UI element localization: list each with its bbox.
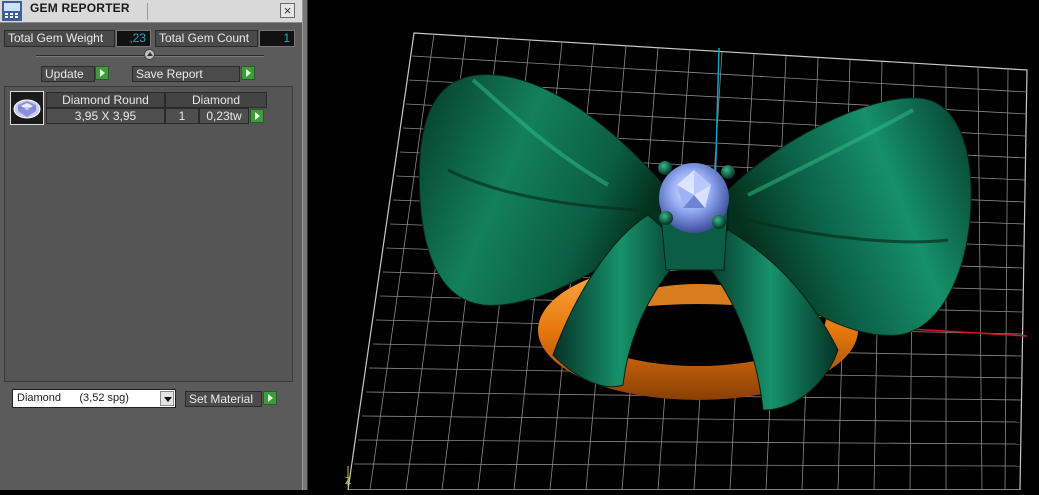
3d-viewport[interactable]: Z: [308, 0, 1039, 491]
gem-reporter-panel: GEM REPORTER × Total Gem Weight ,23 Tota…: [0, 0, 302, 490]
set-material-go-icon[interactable]: [263, 391, 277, 405]
axis-gizmo-label: Z: [345, 476, 351, 487]
diamond-round-gem-icon[interactable]: [10, 91, 44, 125]
update-button[interactable]: Update: [41, 66, 95, 82]
close-button[interactable]: ×: [280, 3, 295, 18]
save-report-button[interactable]: Save Report: [132, 66, 240, 82]
panel-slider-handle[interactable]: [144, 49, 155, 60]
gem-table-header-shape: Diamond Round: [46, 92, 165, 108]
save-report-go-icon[interactable]: [241, 66, 255, 80]
set-material-button[interactable]: Set Material: [185, 391, 262, 407]
panel-titlebar: GEM REPORTER ×: [0, 0, 302, 23]
prong-bottom-right: [712, 215, 726, 229]
viewport-scene: Z: [345, 32, 1028, 491]
prong-top-right: [721, 165, 735, 179]
panel-title: GEM REPORTER: [30, 1, 130, 15]
chevron-down-icon[interactable]: [160, 391, 174, 406]
close-icon: ×: [283, 3, 292, 18]
gem-row-weight: 0,23tw: [199, 108, 249, 124]
title-separator: [147, 3, 148, 20]
total-gem-weight-label: Total Gem Weight: [4, 30, 115, 47]
total-gem-weight-value: ,23: [116, 30, 151, 47]
total-gem-count-label: Total Gem Count: [155, 30, 258, 47]
gem-row-go-icon[interactable]: [250, 109, 264, 123]
axis-gizmo: Z: [345, 466, 351, 487]
update-go-icon[interactable]: [95, 66, 109, 80]
material-select[interactable]: Diamond (3,52 spg): [12, 389, 176, 408]
gem-row-size: 3,95 X 3,95: [46, 108, 165, 124]
total-gem-count-value: 1: [259, 30, 295, 47]
gem-table-header-type: Diamond: [165, 92, 267, 108]
gem-row-count: 1: [165, 108, 199, 124]
gem-list: [4, 86, 293, 382]
prong-bottom-left: [659, 211, 673, 225]
prong-top-left: [658, 161, 672, 175]
material-select-value: Diamond (3,52 spg): [17, 392, 129, 404]
gem-reporter-app-icon: [2, 1, 22, 21]
